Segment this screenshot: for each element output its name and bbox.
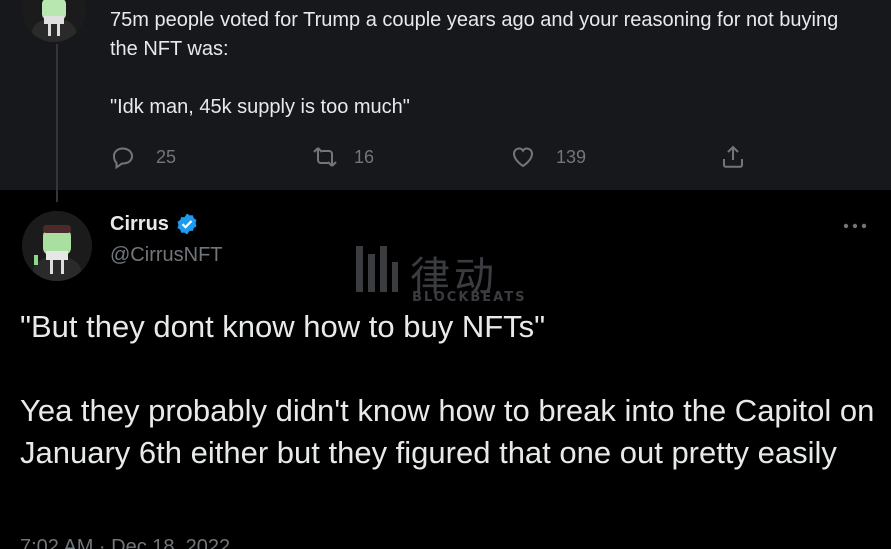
tweet-paragraph: "But they dont know how to buy NFTs" xyxy=(20,309,546,344)
thread-tweet-line: 75m people voted for Trump a couple year… xyxy=(110,9,839,60)
retweet-count: 16 xyxy=(354,146,375,167)
share-icon xyxy=(723,145,743,168)
retweet-icon xyxy=(313,147,337,167)
reply-icon xyxy=(112,147,134,170)
like-button[interactable]: 139 xyxy=(510,142,586,172)
heart-icon xyxy=(512,147,534,168)
author-name[interactable]: Cirrus xyxy=(110,212,199,236)
thread-tweet-actions: 25 16 139 xyxy=(110,142,750,172)
share-button[interactable] xyxy=(720,142,746,172)
reply-count: 25 xyxy=(156,146,177,167)
thread-tweet-line: "Idk man, 45k supply is too much" xyxy=(110,96,410,118)
watermark-english-text: BLOCKBEATS xyxy=(412,290,527,305)
blockbeats-watermark: 律动 BLOCKBEATS xyxy=(352,242,542,306)
tweet-page: 75m people voted for Trump a couple year… xyxy=(0,0,891,549)
thread-tweet-text: 75m people voted for Trump a couple year… xyxy=(110,6,870,122)
more-options-icon[interactable] xyxy=(842,216,868,236)
blockbeats-logo-icon xyxy=(356,246,398,292)
thread-author-avatar[interactable] xyxy=(22,0,86,42)
thread-connector-line xyxy=(56,44,58,202)
retweet-button[interactable]: 16 xyxy=(312,142,374,172)
author-avatar[interactable] xyxy=(22,211,92,281)
tweet-text: "But they dont know how to buy NFTs" Yea… xyxy=(20,306,880,474)
like-count: 139 xyxy=(556,146,587,167)
author-handle[interactable]: @CirrusNFT xyxy=(110,244,223,267)
tweet-paragraph: Yea they probably didn't know how to bre… xyxy=(20,393,875,470)
author-name-text: Cirrus xyxy=(110,212,169,235)
tweet-timestamp[interactable]: 7:02 AM · Dec 18, 2022 xyxy=(20,536,230,549)
verified-badge-icon xyxy=(177,213,197,235)
reply-button[interactable]: 25 xyxy=(110,142,176,172)
thread-tweet[interactable]: 75m people voted for Trump a couple year… xyxy=(0,0,891,202)
